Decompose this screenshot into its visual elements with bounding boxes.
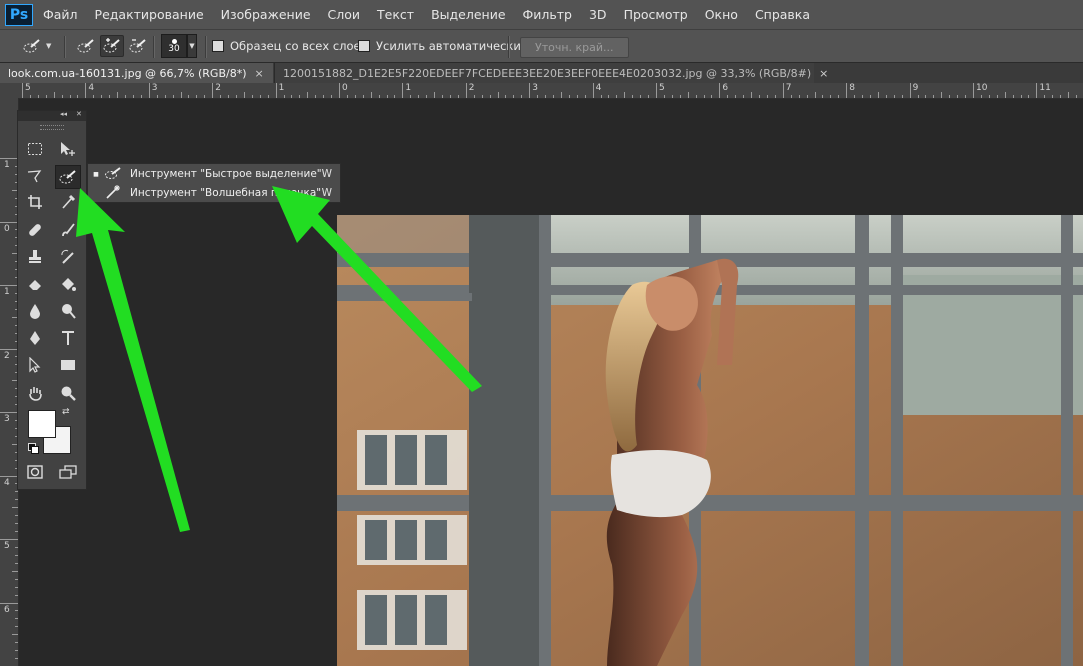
annotation-arrows xyxy=(76,186,482,532)
annotation-arrow-icon xyxy=(76,188,190,532)
foreground-color-swatch[interactable] xyxy=(28,410,56,438)
annotation-arrow-icon xyxy=(272,186,482,392)
